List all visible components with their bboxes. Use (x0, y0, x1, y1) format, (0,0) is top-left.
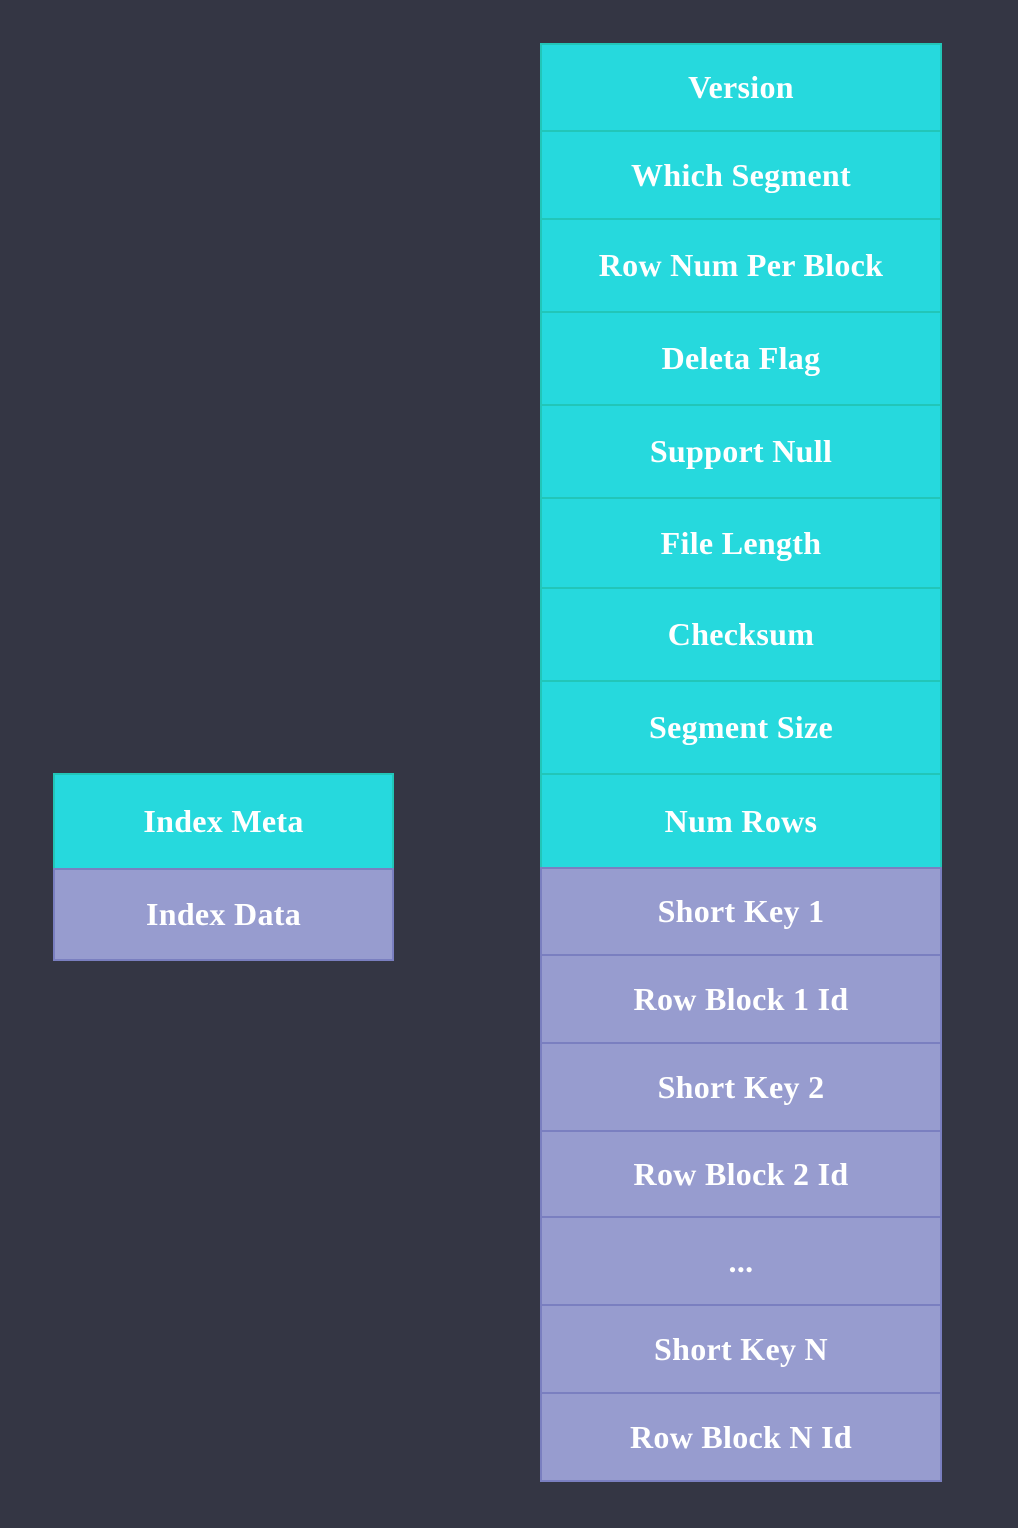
index-data-block: Index Data (53, 868, 394, 961)
meta-field-7: Segment Size (540, 680, 942, 775)
meta-field-0: Version (540, 43, 942, 132)
data-field-10: Row Block 1 Id (540, 954, 942, 1044)
data-field-14: Short Key N (540, 1304, 942, 1394)
meta-field-8: Num Rows (540, 773, 942, 869)
meta-field-6: Checksum (540, 587, 942, 682)
data-field-11: Short Key 2 (540, 1042, 942, 1132)
meta-field-2: Row Num Per Block (540, 218, 942, 313)
index-meta-block: Index Meta (53, 773, 394, 870)
meta-field-5: File Length (540, 497, 942, 589)
data-field-13: ... (540, 1216, 942, 1306)
meta-field-1: Which Segment (540, 130, 942, 220)
data-field-9: Short Key 1 (540, 867, 942, 956)
data-field-12: Row Block 2 Id (540, 1130, 942, 1218)
meta-field-4: Support Null (540, 404, 942, 499)
data-field-15: Row Block N Id (540, 1392, 942, 1482)
meta-field-3: Deleta Flag (540, 311, 942, 406)
